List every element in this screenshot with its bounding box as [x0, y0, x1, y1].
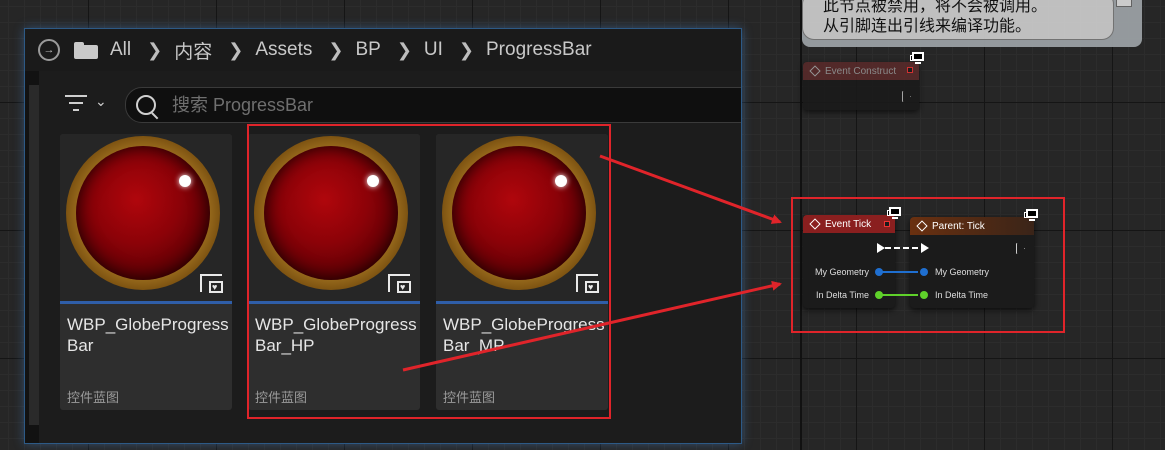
- annotation-arrows: [402, 154, 782, 372]
